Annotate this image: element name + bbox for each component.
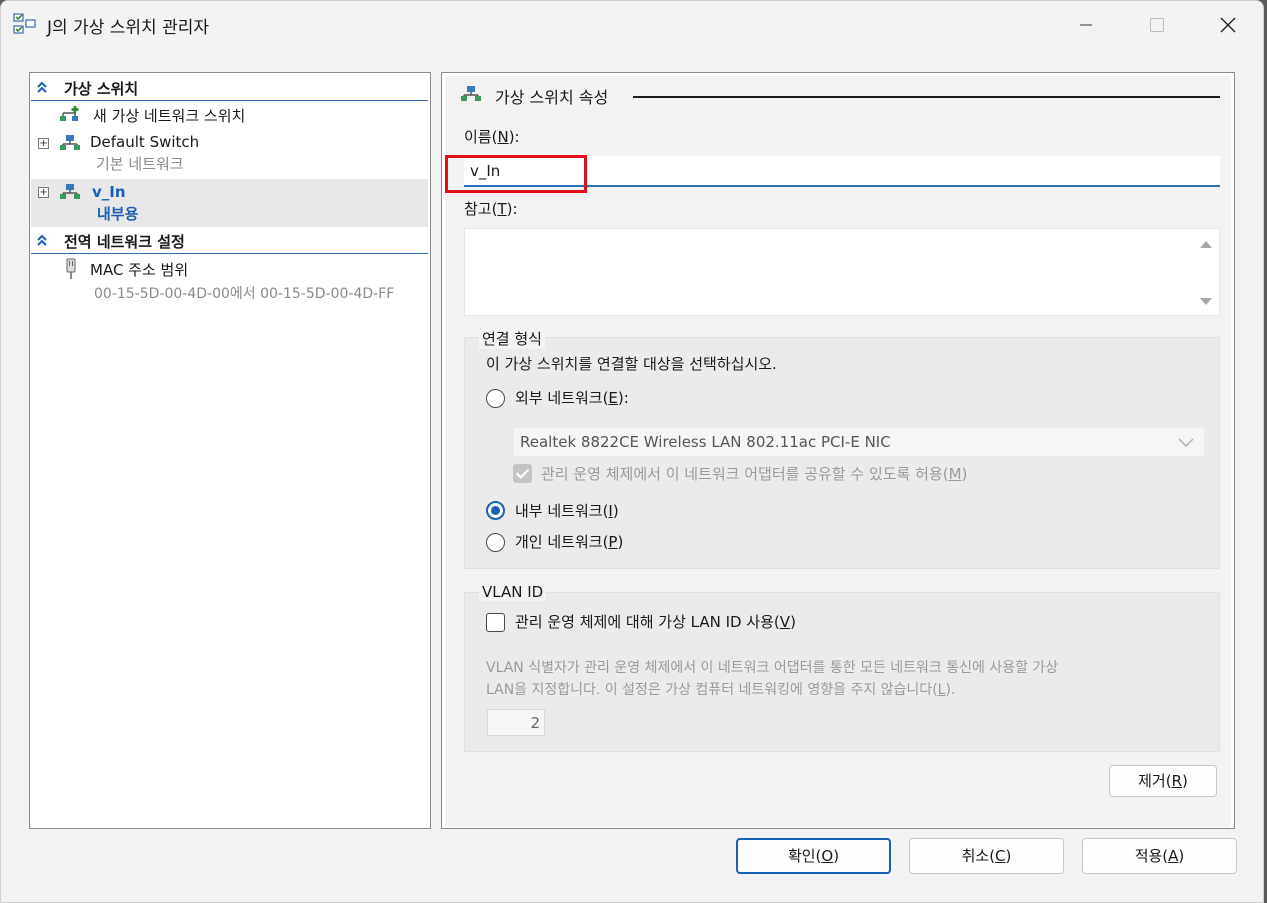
minimize-button[interactable] <box>1051 1 1121 49</box>
new-switch-item[interactable]: 새 가상 네트워크 스위치 <box>31 103 428 129</box>
vlan-id-group: VLAN ID 관리 운영 체제에 대해 가상 LAN ID 사용(V) VLA… <box>464 583 1220 752</box>
group-divider <box>633 96 1220 98</box>
cancel-button[interactable]: 취소(C) <box>909 838 1064 874</box>
chevron-down-icon <box>1178 438 1194 447</box>
network-switch-icon <box>60 135 80 150</box>
close-icon <box>1220 17 1236 33</box>
new-switch-label: 새 가상 네트워크 스위치 <box>93 107 246 125</box>
mac-range-value: 00-15-5D-00-4D-00에서 00-15-5D-00-4D-FF <box>94 286 395 302</box>
switch-item-v-in[interactable]: + v_In 내부용 <box>31 179 428 227</box>
external-network-label: 외부 네트워크(E): <box>515 389 629 407</box>
switch-name: Default Switch <box>90 133 200 151</box>
vlan-id-legend: VLAN ID <box>479 583 547 601</box>
private-network-radio[interactable] <box>486 533 505 552</box>
switch-type: 기본 네트워크 <box>96 155 184 173</box>
switch-manager-app-icon <box>13 13 36 34</box>
apply-button[interactable]: 적용(A) <box>1082 838 1237 874</box>
scroll-down-icon[interactable] <box>1199 297 1213 307</box>
scroll-up-icon[interactable] <box>1199 239 1213 249</box>
virtual-switch-manager-window: J의 가상 스위치 관리자 가상 스위치 새 가상 네트워크 스위치 + Def… <box>0 0 1264 903</box>
section-virtual-switches-label: 가상 스위치 <box>64 80 139 98</box>
remove-button[interactable]: 제거(R) <box>1109 765 1217 797</box>
ok-button[interactable]: 확인(O) <box>736 838 891 874</box>
vlan-description-line1: VLAN 식별자가 관리 운영 체제에서 이 네트워크 어댑터를 통한 모든 네… <box>486 660 1059 676</box>
collapse-chevron-icon <box>37 81 47 93</box>
connection-type-legend: 연결 형식 <box>479 328 545 349</box>
name-field[interactable] <box>464 156 1220 187</box>
section-virtual-switches[interactable]: 가상 스위치 <box>31 75 428 101</box>
external-network-radio[interactable] <box>486 389 505 408</box>
network-switch-icon <box>461 86 481 101</box>
switch-type: 내부용 <box>97 205 139 223</box>
network-adapter-value: Realtek 8822CE Wireless LAN 802.11ac PCI… <box>520 433 891 451</box>
switch-name: v_In <box>92 183 126 201</box>
properties-content: 가상 스위치 속성 이름(N): 참고(T): 연결 형식 이 가상 스위치를 … <box>445 76 1231 827</box>
vlan-id-field[interactable]: 2 <box>487 709 545 736</box>
vlan-enable-checkbox[interactable] <box>486 613 505 632</box>
switch-item-default[interactable]: + Default Switch 기본 네트워크 <box>31 130 428 176</box>
section-global-network[interactable]: 전역 네트워크 설정 <box>31 228 428 254</box>
network-adapter-select[interactable]: Realtek 8822CE Wireless LAN 802.11ac PCI… <box>513 427 1205 457</box>
vlan-description-line2: LAN을 지정합니다. 이 설정은 가상 컴퓨터 네트워킹에 영향을 주지 않습… <box>486 682 956 698</box>
maximize-button[interactable] <box>1122 1 1192 49</box>
notes-field[interactable] <box>464 228 1220 316</box>
connection-type-group: 연결 형식 이 가상 스위치를 연결할 대상을 선택하십시오. 외부 네트워크(… <box>464 328 1220 569</box>
switch-properties-panel: 가상 스위치 속성 이름(N): 참고(T): 연결 형식 이 가상 스위치를 … <box>441 72 1235 829</box>
internal-network-radio[interactable] <box>486 501 505 520</box>
internal-network-label: 내부 네트워크(I) <box>515 502 619 520</box>
allow-share-label: 관리 운영 체제에서 이 네트워크 어댑터를 공유할 수 있도록 허용(M) <box>541 465 968 483</box>
allow-share-checkbox[interactable] <box>513 464 532 483</box>
close-button[interactable] <box>1193 1 1263 49</box>
new-switch-icon <box>60 106 79 121</box>
mac-range-label: MAC 주소 범위 <box>90 261 189 279</box>
minimize-icon <box>1080 24 1092 26</box>
mac-range-item[interactable]: MAC 주소 범위 00-15-5D-00-4D-00에서 00-15-5D-0… <box>31 256 428 304</box>
expand-plus-icon[interactable]: + <box>38 138 49 149</box>
vlan-enable-label: 관리 운영 체제에 대해 가상 LAN ID 사용(V) <box>515 613 796 631</box>
notes-label: 참고(T): <box>464 200 518 218</box>
title-bar: J의 가상 스위치 관리자 <box>1 1 1263 49</box>
private-network-label: 개인 네트워크(P) <box>515 533 624 551</box>
navigation-tree: 가상 스위치 새 가상 네트워크 스위치 + Default Switch 기본… <box>29 72 431 829</box>
properties-group-title: 가상 스위치 속성 <box>495 88 609 107</box>
name-label: 이름(N): <box>464 128 520 146</box>
collapse-chevron-icon <box>37 234 47 246</box>
network-plug-icon <box>66 258 76 279</box>
maximize-icon <box>1150 18 1164 32</box>
connection-prompt: 이 가상 스위치를 연결할 대상을 선택하십시오. <box>486 355 777 373</box>
section-global-network-label: 전역 네트워크 설정 <box>64 233 185 251</box>
window-title: J의 가상 스위치 관리자 <box>47 18 209 38</box>
expand-plus-icon[interactable]: + <box>38 187 49 198</box>
network-switch-icon <box>60 184 80 199</box>
